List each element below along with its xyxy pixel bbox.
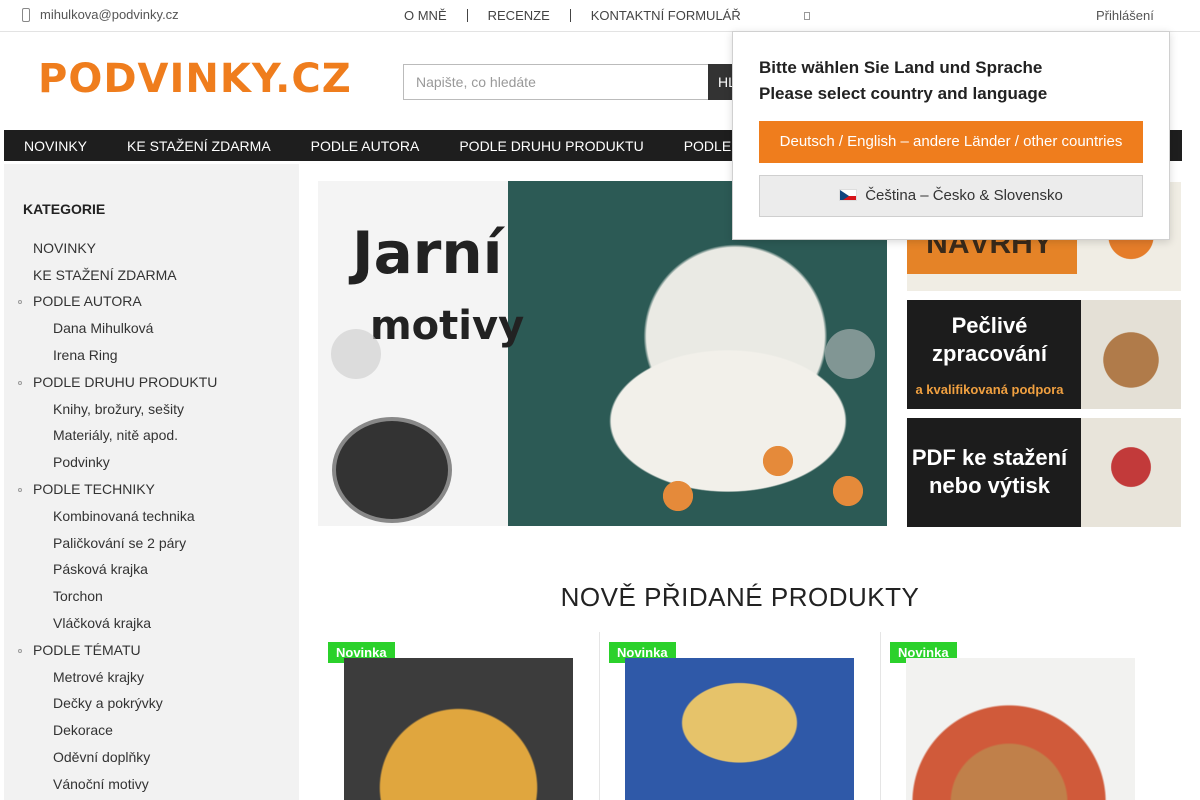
email-text[interactable]: mihulkova@podvinky.cz	[40, 7, 179, 22]
nav-item-novinky[interactable]: NOVINKY	[4, 130, 107, 161]
bullet-icon	[18, 649, 22, 653]
category-item[interactable]: Irena Ring	[53, 347, 118, 363]
category-label: PODLE TÉMATU	[33, 642, 141, 658]
czech-flag-icon	[839, 189, 858, 201]
search-input[interactable]: Napište, co hledáte	[403, 64, 709, 100]
category-item[interactable]: PODLE TÉMATU	[18, 642, 141, 658]
category-item[interactable]: Metrové krajky	[53, 669, 144, 685]
banner-image	[1081, 418, 1181, 527]
category-label: PODLE AUTORA	[33, 293, 142, 309]
category-item[interactable]: Pásková krajka	[53, 561, 148, 577]
banner-title: nebo výtisk	[928, 473, 1051, 498]
category-item[interactable]: Vláčková krajka	[53, 615, 151, 631]
product-image[interactable]	[625, 658, 854, 800]
popup-heading-en: Please select country and language	[759, 84, 1048, 103]
language-icon[interactable]	[804, 12, 810, 20]
category-item[interactable]: PODLE TECHNIKY	[18, 481, 155, 497]
category-item[interactable]: Dečky a pokrývky	[53, 695, 163, 711]
top-bar: mihulkova@podvinky.cz O MNĚ RECENZE KONT…	[0, 0, 1200, 32]
category-item[interactable]: Paličkování se 2 páry	[53, 535, 186, 551]
category-item[interactable]: Materiály, nitě apod.	[53, 427, 178, 443]
banner-title: Pečlivé	[951, 313, 1028, 338]
nav-item-free-download[interactable]: KE STAŽENÍ ZDARMA	[107, 130, 291, 161]
email-link[interactable]: mihulkova@podvinky.cz	[22, 7, 179, 22]
bullet-icon	[18, 381, 22, 385]
category-label: PODLE TECHNIKY	[33, 481, 155, 497]
pattern-badge-image	[332, 417, 452, 523]
banner-subtitle: a kvalifikovaná podpora	[915, 382, 1064, 397]
product-image[interactable]	[344, 658, 573, 800]
top-link-contact[interactable]: KONTAKTNÍ FORMULÁŘ	[571, 8, 761, 23]
flower-image	[748, 431, 808, 491]
slide-title: Jarní	[352, 219, 503, 287]
category-item[interactable]: Knihy, brožury, sešity	[53, 401, 184, 417]
banner-quality[interactable]: Pečlivé zpracování a kvalifikovaná podpo…	[907, 300, 1181, 409]
category-item[interactable]: Podvinky	[53, 454, 110, 470]
banner-title: PDF ke stažení	[911, 445, 1068, 470]
category-item[interactable]: Dekorace	[53, 722, 113, 738]
czech-button-label: Čeština – Česko & Slovensko	[865, 187, 1063, 204]
nav-item-by-product-type[interactable]: PODLE DRUHU PRODUKTU	[439, 130, 663, 161]
category-item[interactable]: PODLE AUTORA	[18, 293, 142, 309]
product-card[interactable]: Novinka	[599, 632, 880, 800]
divider	[880, 632, 881, 800]
new-products-heading: NOVĚ PŘIDANÉ PRODUKTY	[560, 582, 920, 612]
sidebar-title: KATEGORIE	[23, 201, 106, 217]
category-item[interactable]: PODLE DRUHU PRODUKTU	[18, 374, 218, 390]
category-item[interactable]: Kombinovaná technika	[53, 508, 195, 524]
flower-image	[648, 466, 708, 526]
banner-image	[1081, 300, 1181, 409]
flower-image	[818, 461, 878, 521]
nav-item-by-author[interactable]: PODLE AUTORA	[291, 130, 440, 161]
bullet-icon	[18, 300, 22, 304]
german-english-button[interactable]: Deutsch / English – andere Länder / othe…	[759, 121, 1143, 163]
category-item[interactable]: Vánoční motivy	[53, 776, 149, 792]
bullet-icon	[18, 488, 22, 492]
phone-icon	[22, 7, 30, 22]
login-link[interactable]: Přihlášení	[1096, 8, 1154, 23]
product-card[interactable]: Novinka	[880, 632, 1161, 800]
banner-title: zpracování	[932, 341, 1047, 366]
category-item[interactable]: Dana Mihulková	[53, 320, 153, 336]
slide-subtitle: motivy	[370, 303, 525, 349]
top-links: O MNĚ RECENZE KONTAKTNÍ FORMULÁŘ	[404, 8, 761, 23]
country-language-popup: Bitte wählen Sie Land und Sprache Please…	[732, 31, 1170, 240]
product-image[interactable]	[906, 658, 1135, 800]
category-sidebar: KATEGORIE NOVINKY KE STAŽENÍ ZDARMA PODL…	[4, 164, 299, 800]
category-item[interactable]: Oděvní doplňky	[53, 749, 150, 765]
top-link-reviews[interactable]: RECENZE	[468, 8, 570, 23]
site-logo[interactable]: PODVINKY.CZ	[38, 56, 352, 102]
top-link-about[interactable]: O MNĚ	[404, 8, 467, 23]
product-card[interactable]: Novinka	[318, 632, 599, 800]
czech-button[interactable]: Čeština – Česko & Slovensko	[759, 175, 1143, 217]
popup-heading-de: Bitte wählen Sie Land und Sprache	[759, 58, 1043, 77]
slider-next-button[interactable]	[825, 329, 875, 379]
category-item[interactable]: NOVINKY	[33, 240, 96, 256]
divider	[599, 632, 600, 800]
slider-prev-button[interactable]	[331, 329, 381, 379]
banner-pdf[interactable]: PDF ke stažení nebo výtisk	[907, 418, 1181, 527]
category-label: PODLE DRUHU PRODUKTU	[33, 374, 218, 390]
category-item[interactable]: KE STAŽENÍ ZDARMA	[33, 267, 177, 283]
